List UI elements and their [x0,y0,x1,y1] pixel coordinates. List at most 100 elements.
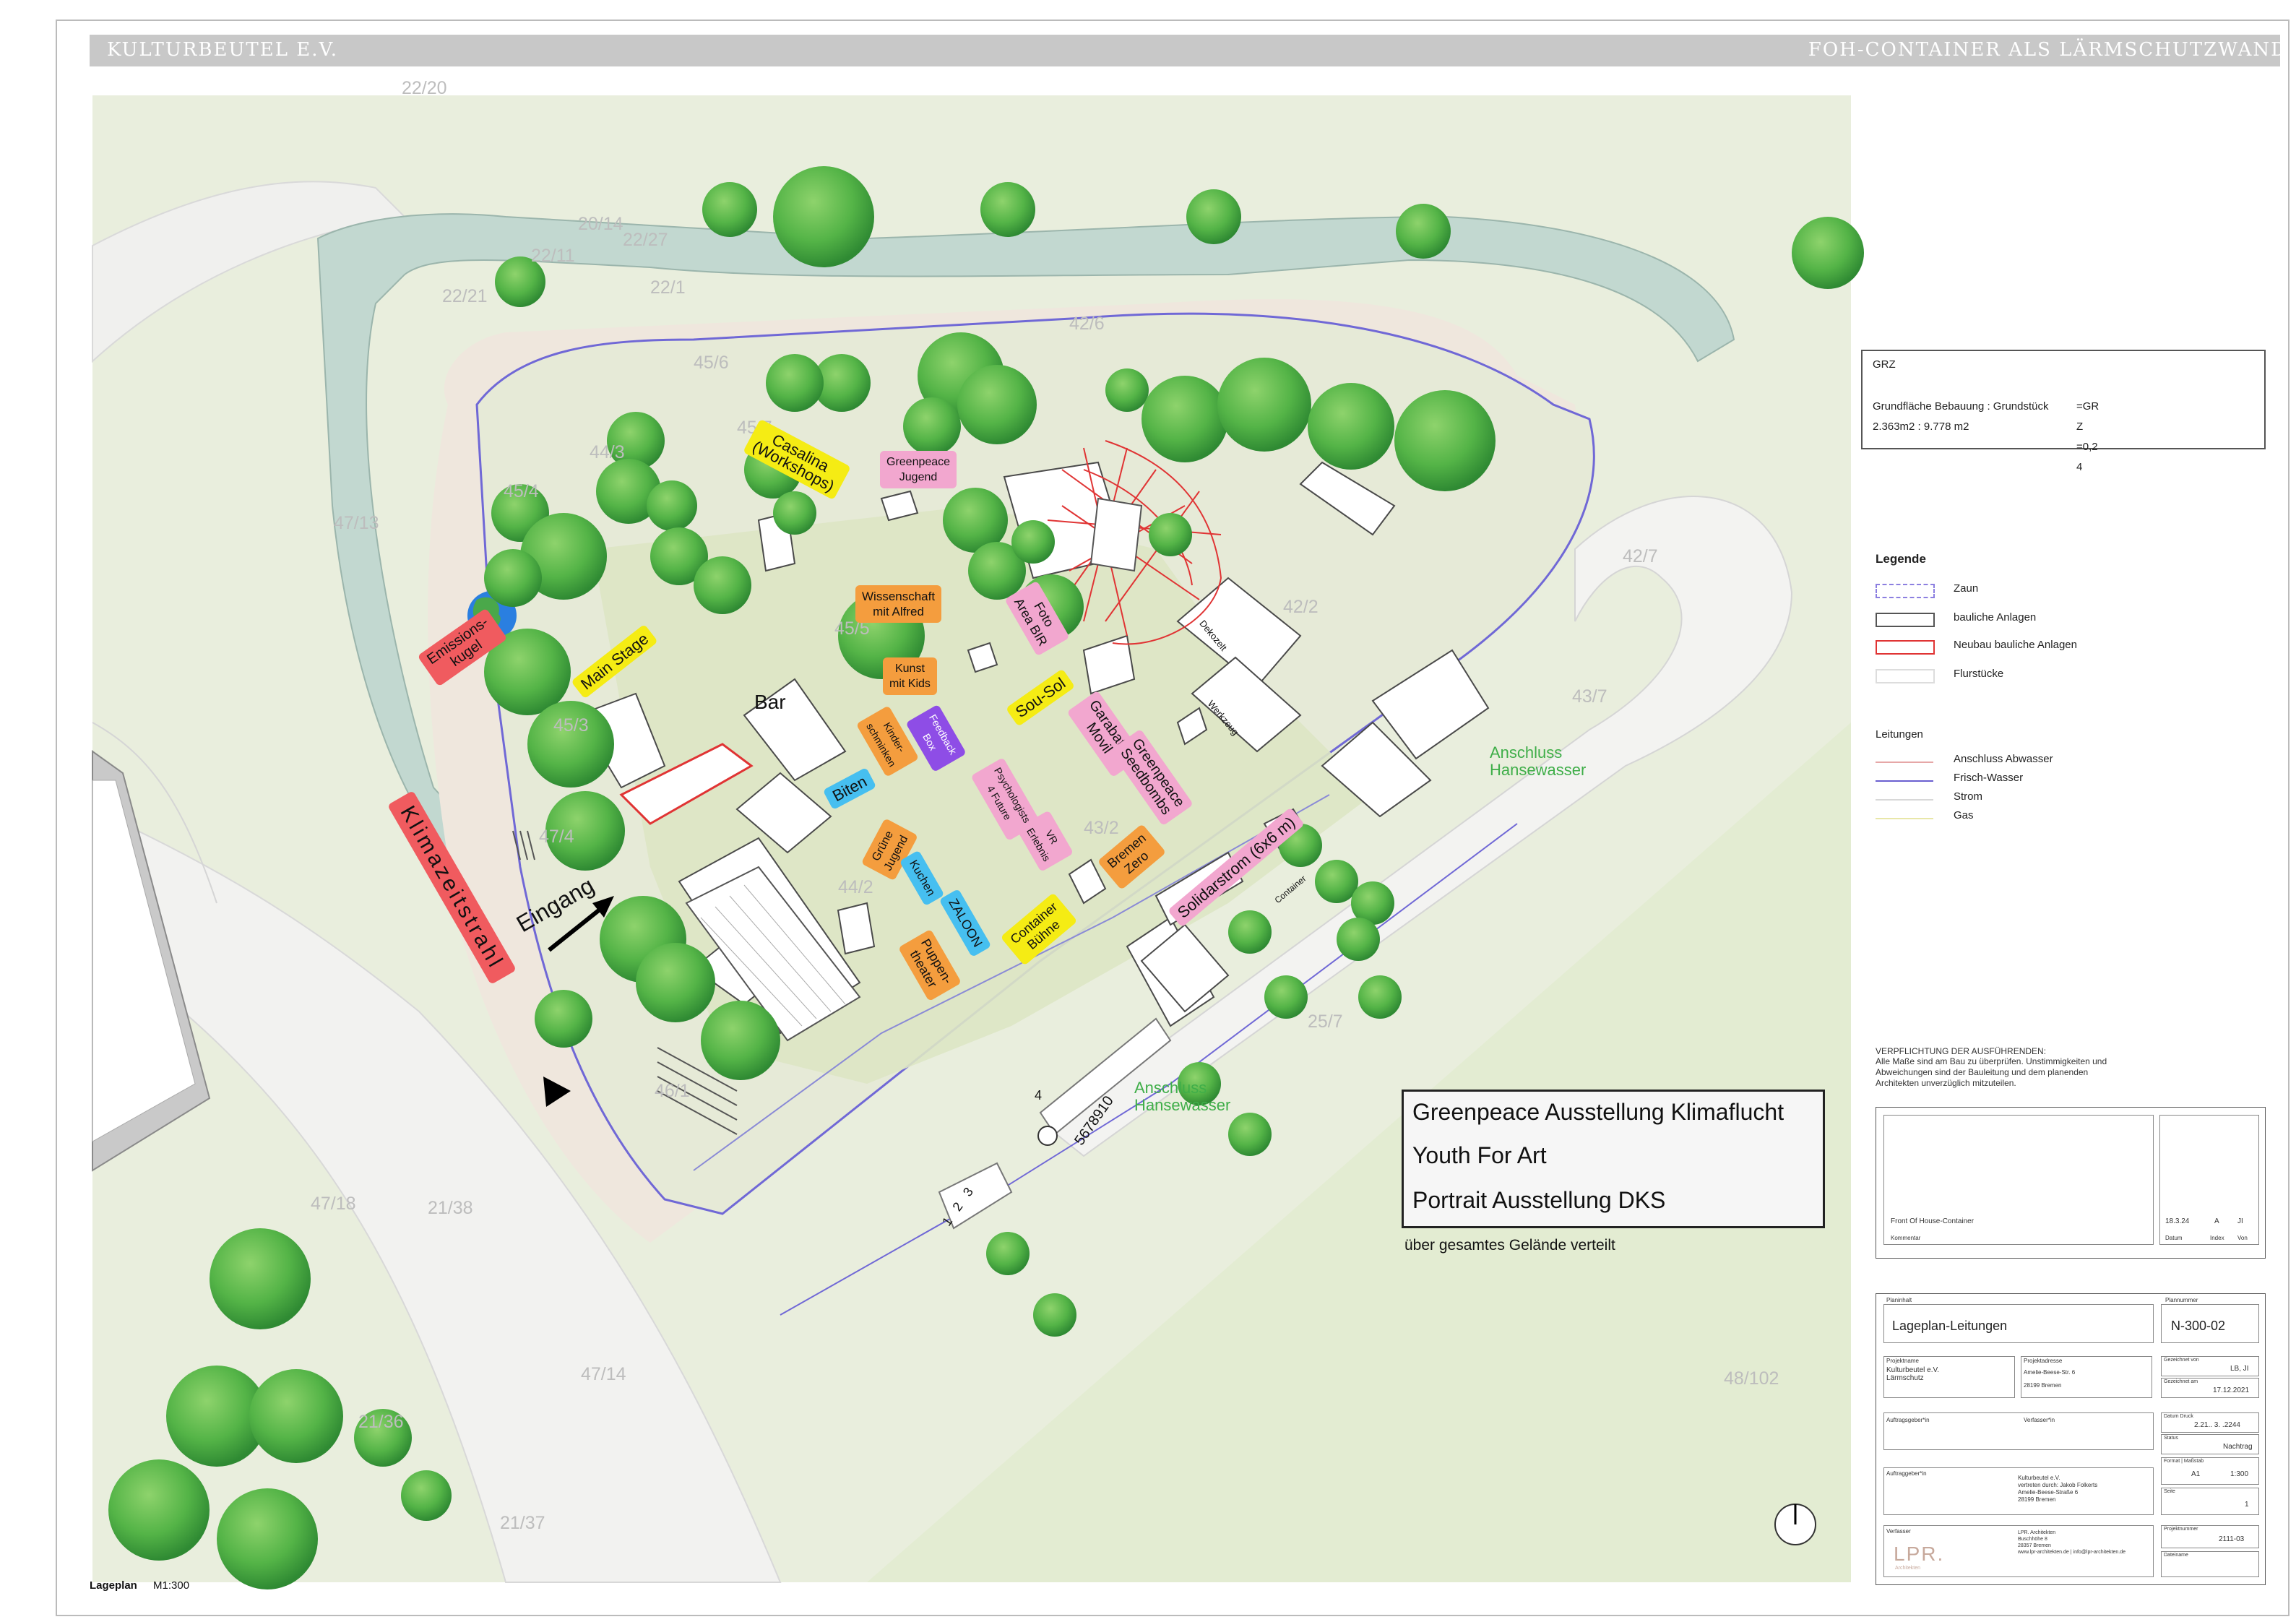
label-anschluss-1: Anschluss Hansewasser [1490,743,1587,779]
revision-col: Index [2210,1235,2224,1241]
title-block: Planinhalt Lageplan-Leitungen Plannummer… [1876,1293,2266,1585]
tb-label: Format | Maßstab [2164,1459,2204,1464]
tb-datum: 2.21.. 3. .2244 [2194,1421,2240,1429]
tb-label: Projektnummer [2164,1527,2198,1532]
exhibition-box: Greenpeace Ausstellung Klimaflucht Youth… [1402,1090,1825,1228]
leitung-item: Frisch-Wasser [1954,772,2024,784]
lpr-logo: LPR. [1894,1543,1945,1565]
revision-desc: Front Of House-Container [1891,1217,1975,1225]
parcel-label: 43/7 [1572,686,1607,707]
tb-format: A1 [2191,1470,2201,1478]
tb-gez2: 17.12.2021 [2213,1386,2250,1394]
parcel-label: 45/4 [504,481,539,501]
revision-col: Kommentar [1891,1235,1921,1241]
exhibition-item: Youth For Art [1412,1142,1547,1168]
revision-col: Von [2237,1235,2248,1241]
label-bar: Bar [754,691,786,713]
leitung-strom-swatch [1876,799,1933,801]
revision-by: JI [2237,1217,2243,1225]
legend-item: Flurstücke [1954,668,2004,680]
leitung-item: Gas [1954,809,1974,821]
leitungen-title: Leitungen [1876,728,1923,741]
parcel-label: 42/6 [1069,314,1105,334]
tb-planinhalt: Lageplan-Leitungen [1892,1319,2008,1333]
grz-row1-left: Grundfläche Bebauung : Grundstück [1873,400,2049,413]
legend-bauliche-swatch [1876,613,1935,627]
legend-item: Zaun [1954,582,1979,595]
parcel-label: 46/1 [655,1081,690,1101]
legend-neubau-swatch [1876,640,1935,655]
label-kunst-kids: Kunst mit Kids [883,657,937,695]
label-greenpeace-jugend: Greenpeace Jugend [880,451,957,488]
grz-row2-left: 2.363m2 : 9.778 m2 [1873,420,1969,433]
revision-date: 18.3.24 [2165,1217,2190,1225]
parcel-label: 45/6 [694,353,729,373]
tb-label: Seite [2164,1489,2175,1494]
legend-zaun-swatch [1876,584,1935,598]
tb-label: Status [2164,1436,2178,1441]
exhibition-item: Greenpeace Ausstellung Klimaflucht [1412,1099,1784,1125]
label-wissenschaft: Wissenschaft mit Alfred [855,585,942,623]
parcel-label: 21/37 [500,1513,545,1533]
parcel-label: 47/14 [581,1364,626,1384]
tb-projekt: Kulturbeutel e.V. Lärmschutz [1886,1366,1940,1382]
parcel-label: 42/7 [1623,546,1658,566]
tb-verfasser: LPR. Architekten Buschhöhe 8 28357 Breme… [2018,1530,2125,1555]
tb-label: Verfasser [1886,1528,1911,1535]
tb-status: Nachtrag [2223,1443,2253,1451]
tb-seite: 1 [2245,1501,2249,1509]
parcel-label: 21/38 [428,1198,473,1218]
verpflichtung-title: VERPFLICHTUNG DER AUSFÜHRENDEN: [1876,1046,2047,1056]
parcel-label: 47/13 [334,513,379,533]
tb-adresse: Amelie-Beese-Str. 6 28199 Bremen [2024,1369,2076,1389]
grz-row1-right: =GR [2076,400,2099,413]
parcel-label: 25/7 [1308,1011,1343,1032]
tb-label: Gezeichnet am [2164,1379,2198,1384]
parcel-label: 43/2 [1084,818,1119,838]
tb-massstab: 1:300 [2230,1470,2249,1478]
verpflichtung-text: Alle Maße sind am Bau zu überprüfen. Uns… [1876,1056,2107,1088]
parcel-label: 42/2 [1283,597,1319,617]
label-anschluss-2: Anschluss Hansewasser [1134,1079,1231,1114]
parcel-label: 21/36 [358,1412,404,1432]
revision-block: Front Of House-Container 18.3.24 A JI Ko… [1876,1107,2266,1259]
tb-label: Projektname [1886,1358,1919,1364]
parcel-label: 44/2 [838,877,873,897]
tb-projektnummer: 2111-03 [2219,1535,2245,1543]
exhibition-item: Portrait Ausstellung DKS [1412,1187,1666,1213]
legend-item: Neubau bauliche Anlagen [1954,639,2077,651]
leitung-gas-swatch [1876,818,1933,819]
parcel-label: 22/11 [531,246,575,266]
parcel-label: 47/4 [539,827,574,847]
grz-row2-right: Z [2076,420,2084,433]
exhibition-note: über gesamtes Gelände verteilt [1404,1237,1615,1254]
grz-title: GRZ [1873,358,1896,371]
parcel-label: 22/20 [402,78,447,98]
leitung-item: Strom [1954,790,1983,803]
parcel-label: 20/14 [578,214,623,234]
tb-plannummer: N-300-02 [2171,1319,2226,1333]
leitung-abwasser-swatch [1876,762,1933,763]
label-num-4: 4 [1035,1088,1043,1103]
tb-label: Planinhalt [1886,1297,1912,1303]
parcel-label: 22/27 [623,230,668,250]
leitung-item: Anschluss Abwasser [1954,753,2053,765]
leitung-frischwasser-swatch [1876,780,1933,782]
lpr-logo-sub: Architekten [1895,1566,1921,1571]
legend-item: bauliche Anlagen [1954,611,2037,624]
grz-row4-right: 4 [2076,461,2083,473]
parcel-label: 47/18 [311,1194,356,1214]
tb-label: Dateiname [2164,1553,2188,1558]
parcel-label: 22/21 [442,286,488,306]
tb-gez: LB, JI [2230,1365,2249,1373]
parcel-label: 45/3 [553,715,589,735]
parcel-label: 48/102 [1724,1368,1779,1389]
parcel-label: 44/3 [590,442,625,462]
tb-label: Auftraggeber*in [1886,1470,1927,1477]
grz-row3-right: =0,2 [2076,441,2098,453]
grz-box: GRZ Grundfläche Bebauung : Grundstück =G… [1861,350,2266,473]
tb-label: Plannummer [2165,1297,2198,1303]
tb-label: Datum Druck [2164,1414,2193,1419]
map-caption: Lageplan [90,1579,137,1592]
revision-col: Datum [2165,1235,2183,1241]
